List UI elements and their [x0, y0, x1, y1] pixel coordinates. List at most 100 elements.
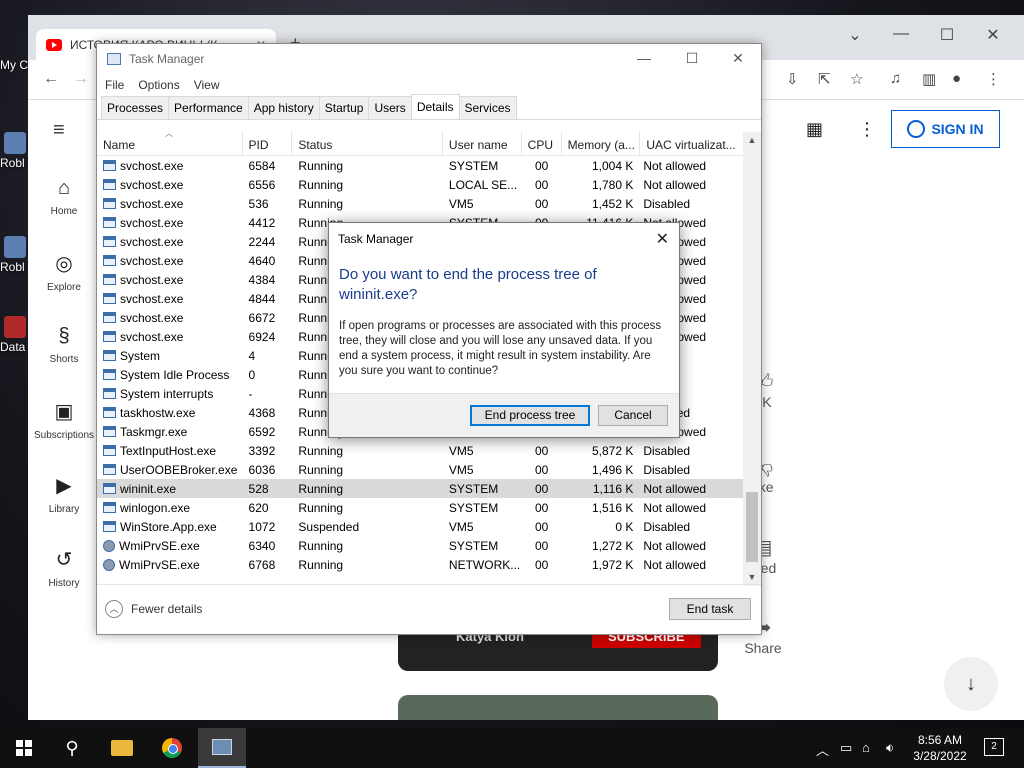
nav-library[interactable]: ▶ Library	[28, 473, 100, 515]
column-header-pid[interactable]: PID	[243, 132, 293, 155]
device-icon[interactable]: ▭	[840, 740, 852, 756]
process-row[interactable]: WinStore.App.exe 1072 Suspended VM5 00 0 K Dis…	[97, 517, 743, 536]
tab-services[interactable]: Services	[458, 96, 517, 119]
search-button[interactable]: ⚲	[48, 728, 96, 768]
taskbar-task-manager[interactable]	[198, 728, 246, 768]
process-row[interactable]: svchost.exe 6584 Running SYSTEM 00 1,004 K Not…	[97, 156, 743, 175]
desktop-icon-my-computer[interactable]: My C	[0, 58, 30, 72]
hamburger-menu-icon[interactable]: ≡	[53, 119, 65, 142]
desktop-icon-label: My C	[0, 58, 28, 72]
process-pid: 6556	[248, 177, 276, 192]
media-control-icon[interactable]: ♫	[890, 70, 901, 87]
process-user-name: VM5	[448, 462, 474, 477]
close-window-button[interactable]: ✕	[978, 25, 1008, 45]
nav-subscriptions[interactable]: ▣ Subscriptions	[28, 399, 100, 441]
fewer-details-button[interactable]: ︿ Fewer details	[105, 600, 202, 618]
cancel-button[interactable]: Cancel	[598, 405, 668, 426]
tab-users[interactable]: Users	[368, 96, 412, 119]
side-panel-icon[interactable]: ▥	[922, 70, 936, 88]
nav-label: Shorts	[49, 354, 79, 365]
tab-app-history[interactable]: App history	[247, 96, 320, 119]
tab-details[interactable]: Details	[410, 94, 460, 119]
tab-bar: Processes Performance App history Startu…	[97, 94, 761, 120]
process-memory: 1,516 K	[591, 500, 634, 515]
desktop-icon-data[interactable]: Data	[0, 316, 30, 354]
chevron-up-icon: ︿	[105, 600, 123, 618]
install-icon[interactable]: ⇩	[786, 70, 799, 88]
forward-button[interactable]: →	[70, 70, 92, 88]
menu-options[interactable]: Options	[138, 78, 179, 92]
profile-icon[interactable]: ●	[952, 70, 961, 87]
tray-overflow-icon[interactable]: ︿	[816, 740, 829, 759]
nav-home[interactable]: ⌂ Home	[28, 177, 100, 217]
desktop-icon-roblox[interactable]: Robl	[0, 132, 30, 170]
process-row[interactable]: svchost.exe 536 Running VM5 00 1,452 K Disable…	[97, 194, 743, 213]
process-icon	[103, 179, 116, 190]
column-header-memory[interactable]: Memory (a...	[562, 132, 641, 155]
scroll-down-button[interactable]: ↓	[944, 657, 998, 711]
share-icon[interactable]: ⇱	[818, 70, 831, 88]
tab-processes[interactable]: Processes	[101, 96, 170, 119]
process-memory: 1,004 K	[591, 158, 634, 173]
process-user-name: SYSTEM	[448, 500, 499, 515]
column-header-name[interactable]: ︿ Name	[97, 132, 243, 155]
nav-label: History	[48, 578, 80, 589]
sign-in-button[interactable]: SIGN IN	[891, 110, 1000, 148]
nav-shorts[interactable]: § Shorts	[28, 325, 100, 365]
column-header-uac[interactable]: UAC virtualizat...	[640, 132, 743, 155]
tab-search-icon[interactable]: ⌄	[840, 25, 870, 45]
nav-history[interactable]: ↺ History	[28, 547, 100, 589]
process-user-name: SYSTEM	[448, 158, 499, 173]
scrollbar-thumb[interactable]	[746, 492, 758, 562]
maximize-button[interactable]: ☐	[677, 50, 707, 67]
process-row[interactable]: TextInputHost.exe 3392 Running VM5 00 5,872 K…	[97, 441, 743, 460]
minimize-button[interactable]: —	[629, 50, 659, 66]
process-row[interactable]: svchost.exe 6556 Running LOCAL SE... 00 1,780…	[97, 175, 743, 194]
process-name-cell: System	[97, 349, 243, 363]
process-row[interactable]: winlogon.exe 620 Running SYSTEM 00 1,516 K Not…	[97, 498, 743, 517]
tab-startup[interactable]: Startup	[318, 96, 370, 119]
column-header-status[interactable]: Status	[292, 132, 443, 155]
tab-performance[interactable]: Performance	[168, 96, 249, 119]
minimize-button[interactable]: —	[886, 25, 916, 43]
desktop-icon-roblox-studio[interactable]: Robl	[0, 236, 30, 274]
taskbar-file-explorer[interactable]	[98, 728, 146, 768]
notification-center-button[interactable]: 2	[984, 738, 1004, 756]
end-task-button[interactable]: End task	[669, 598, 751, 620]
menu-file[interactable]: File	[105, 78, 124, 92]
dialog-close-icon[interactable]: ✕	[656, 229, 669, 249]
settings-menu-icon[interactable]: ⋮	[858, 119, 876, 140]
process-status: Running	[298, 557, 344, 572]
process-icon	[103, 483, 116, 494]
process-uac-virtualization: Not allowed	[643, 158, 707, 173]
windows-logo-icon	[16, 740, 32, 756]
bookmark-star-icon[interactable]: ☆	[850, 70, 863, 88]
clock[interactable]: 8:56 AM 3/28/2022	[906, 732, 974, 764]
taskbar-chrome[interactable]	[148, 728, 196, 768]
network-icon[interactable]: ⌂	[862, 740, 870, 755]
process-name-cell: svchost.exe	[97, 311, 243, 325]
process-user-name: VM5	[448, 196, 474, 211]
column-header-user[interactable]: User name	[443, 132, 522, 155]
scroll-up-icon[interactable]: ▲	[743, 132, 761, 149]
process-status: Running	[298, 462, 344, 477]
menu-view[interactable]: View	[194, 78, 220, 92]
process-row[interactable]: UserOOBEBroker.exe 6036 Running VM5 00 1,496 …	[97, 460, 743, 479]
process-row[interactable]: wininit.exe 528 Running SYSTEM 00 1,116 K Not …	[97, 479, 743, 498]
video-thumbnail[interactable]	[398, 695, 718, 720]
process-row[interactable]: WmiPrvSE.exe 6768 Running NETWORK... 00 1,972…	[97, 555, 743, 574]
process-row[interactable]: WmiPrvSE.exe 6340 Running SYSTEM 00 1,272 K No…	[97, 536, 743, 555]
apps-grid-icon[interactable]: ▦	[806, 119, 823, 140]
volume-icon[interactable]: 🔉︎	[886, 740, 894, 756]
back-button[interactable]: ←	[40, 70, 62, 88]
vertical-scrollbar[interactable]: ▲ ▼	[743, 132, 761, 586]
start-button[interactable]	[0, 728, 48, 768]
process-cpu: 00	[534, 500, 549, 515]
end-process-tree-button[interactable]: End process tree	[470, 405, 590, 426]
maximize-button[interactable]: ☐	[932, 25, 962, 45]
nav-explore[interactable]: ◎ Explore	[28, 251, 100, 293]
chrome-menu-icon[interactable]: ⋮	[986, 70, 1001, 88]
process-uac-virtualization: Not allowed	[643, 481, 707, 496]
column-header-cpu[interactable]: CPU	[522, 132, 562, 155]
close-button[interactable]: ✕	[723, 50, 753, 67]
